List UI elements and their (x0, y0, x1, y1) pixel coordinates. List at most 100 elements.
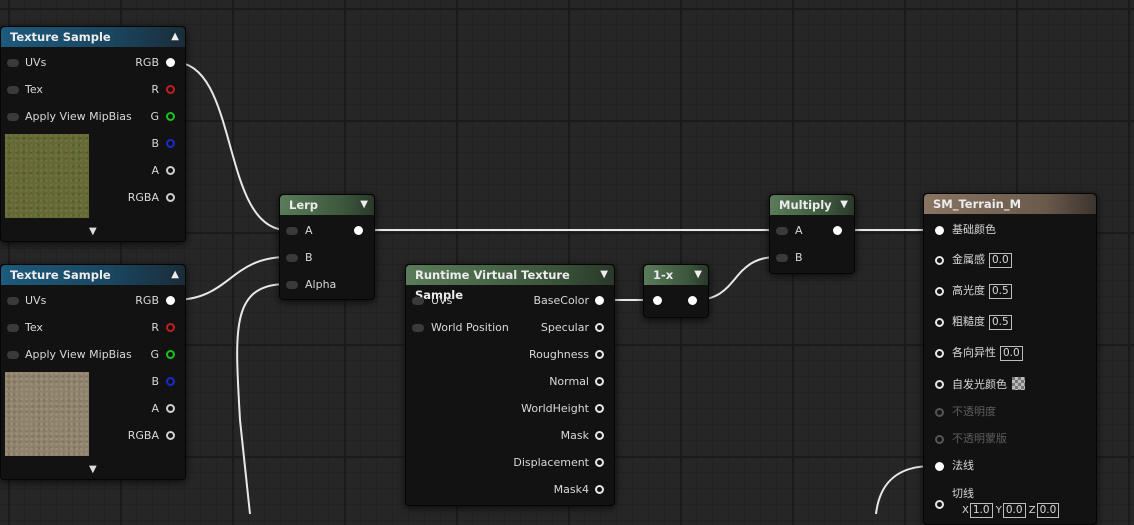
texture-sample-node-2[interactable]: Texture Sample ▲ UVs Tex Apply View MipB… (0, 264, 186, 480)
rgb-output-pin[interactable] (166, 58, 175, 67)
g-output-pin[interactable] (166, 112, 175, 121)
specular-output-pin[interactable] (595, 323, 604, 332)
rvt-sample-node[interactable]: Runtime Virtual Texture Sample ▼ UVs Wor… (405, 264, 615, 506)
one-minus-node[interactable]: 1-x ▼ (643, 264, 709, 318)
rgba-output-pin[interactable] (166, 431, 175, 440)
multiply-header[interactable]: Multiply ▼ (770, 195, 854, 215)
a-output-pin[interactable] (166, 404, 175, 413)
chevron-up-icon[interactable]: ▲ (171, 27, 179, 47)
input-label-uvs: UVs (431, 294, 453, 307)
metallic-input-pin[interactable] (935, 256, 944, 265)
anisotropy-value-field[interactable]: 0.0 (1000, 346, 1023, 361)
rgba-output-pin[interactable] (166, 193, 175, 202)
mipbias-input-pin[interactable] (7, 351, 19, 359)
texture-sample-header[interactable]: Texture Sample ▲ (1, 265, 185, 285)
mask-output-pin[interactable] (595, 431, 604, 440)
emissive-input-pin[interactable] (935, 380, 944, 389)
texture-sample-header[interactable]: Texture Sample ▲ (1, 27, 185, 47)
input-label-base-color: 基础颜色 (952, 223, 996, 236)
a-input-pin[interactable] (776, 227, 788, 235)
output-label-specular: Specular (540, 321, 589, 334)
roughness-value-field[interactable]: 0.5 (989, 315, 1012, 330)
metallic-row: 金属感 0.0 (952, 253, 1012, 268)
emissive-color-swatch[interactable] (1012, 377, 1025, 390)
b-output-pin[interactable] (166, 377, 175, 386)
a-input-pin[interactable] (286, 227, 298, 235)
mipbias-input-pin[interactable] (7, 113, 19, 121)
material-result-node[interactable]: SM_Terrain_M 基础颜色 金属感 0.0 高光度 0.5 粗糙度 0.5 各… (923, 193, 1097, 525)
input-label-tex: Tex (25, 83, 43, 96)
one-minus-input-pin[interactable] (653, 296, 662, 305)
input-label-specular: 高光度 (952, 284, 985, 297)
chevron-up-icon[interactable]: ▲ (171, 265, 179, 285)
specular-value-field[interactable]: 0.5 (989, 284, 1012, 299)
output-label-a: A (151, 164, 159, 177)
chevron-down-icon[interactable]: ▼ (360, 195, 368, 215)
uvs-input-pin[interactable] (7, 297, 19, 305)
tangent-input-pin[interactable] (935, 500, 944, 509)
b-output-pin[interactable] (166, 139, 175, 148)
tex-input-pin[interactable] (7, 86, 19, 94)
anisotropy-row: 各向异性 0.0 (952, 346, 1023, 361)
lerp-node[interactable]: Lerp ▼ A B Alpha (279, 194, 375, 300)
anisotropy-input-pin[interactable] (935, 349, 944, 358)
metallic-value-field[interactable]: 0.0 (989, 253, 1012, 268)
input-label-tex: Tex (25, 321, 43, 334)
uvs-input-pin[interactable] (7, 59, 19, 67)
displacement-output-pin[interactable] (595, 458, 604, 467)
material-header[interactable]: SM_Terrain_M (924, 194, 1096, 214)
chevron-down-icon[interactable]: ▼ (694, 265, 702, 285)
b-input-pin[interactable] (286, 254, 298, 262)
g-output-pin[interactable] (166, 350, 175, 359)
multiply-node[interactable]: Multiply ▼ A B (769, 194, 855, 274)
base-color-input-pin[interactable] (935, 226, 944, 235)
input-label-uvs: UVs (25, 294, 47, 307)
a-output-pin[interactable] (166, 166, 175, 175)
roughness-output-pin[interactable] (595, 350, 604, 359)
texture-sample-node-1[interactable]: Texture Sample ▲ UVs Tex Apply View MipB… (0, 26, 186, 242)
input-label-b: B (305, 251, 313, 264)
tangent-z-label: Z (1028, 505, 1036, 516)
node-title: Multiply (779, 198, 832, 212)
r-output-pin[interactable] (166, 323, 175, 332)
multiply-output-pin[interactable] (833, 226, 842, 235)
chevron-down-icon[interactable]: ▼ (600, 265, 608, 285)
normal-output-pin[interactable] (595, 377, 604, 386)
one-minus-output-pin[interactable] (688, 296, 697, 305)
b-input-pin[interactable] (776, 254, 788, 262)
tangent-x-field[interactable]: 1.0 (969, 503, 993, 518)
rgb-output-pin[interactable] (166, 296, 175, 305)
basecolor-output-pin[interactable] (595, 296, 604, 305)
normal-input-pin[interactable] (935, 462, 944, 471)
output-label-basecolor: BaseColor (533, 294, 589, 307)
world-position-input-pin[interactable] (412, 324, 424, 332)
tex-input-pin[interactable] (7, 324, 19, 332)
r-output-pin[interactable] (166, 85, 175, 94)
output-label-rgba: RGBA (127, 191, 159, 204)
roughness-input-pin[interactable] (935, 318, 944, 327)
chevron-down-icon[interactable]: ▼ (89, 226, 97, 237)
one-minus-header[interactable]: 1-x ▼ (644, 265, 708, 285)
output-label-b: B (151, 375, 159, 388)
wire-rgb2-to-lerp-b (173, 256, 288, 301)
tangent-z-field[interactable]: 0.0 (1036, 503, 1060, 518)
chevron-down-icon[interactable]: ▼ (89, 464, 97, 475)
specular-input-pin[interactable] (935, 287, 944, 296)
alpha-input-pin[interactable] (286, 281, 298, 289)
rvt-header[interactable]: Runtime Virtual Texture Sample ▼ (406, 265, 614, 302)
mask4-output-pin[interactable] (595, 485, 604, 494)
output-label-displacement: Displacement (513, 456, 589, 469)
specular-row: 高光度 0.5 (952, 284, 1012, 299)
worldheight-output-pin[interactable] (595, 404, 604, 413)
node-title: SM_Terrain_M (933, 197, 1022, 211)
uvs-input-pin[interactable] (412, 297, 424, 305)
chevron-down-icon[interactable]: ▼ (840, 195, 848, 215)
lerp-output-pin[interactable] (354, 226, 363, 235)
output-label-rgba: RGBA (127, 429, 159, 442)
wire-rgb1-to-lerp-a (173, 61, 288, 231)
input-label-a: A (305, 224, 313, 237)
lerp-header[interactable]: Lerp ▼ (280, 195, 374, 215)
tangent-y-field[interactable]: 0.0 (1002, 503, 1026, 518)
input-label-alpha: Alpha (305, 278, 337, 291)
output-label-a: A (151, 402, 159, 415)
